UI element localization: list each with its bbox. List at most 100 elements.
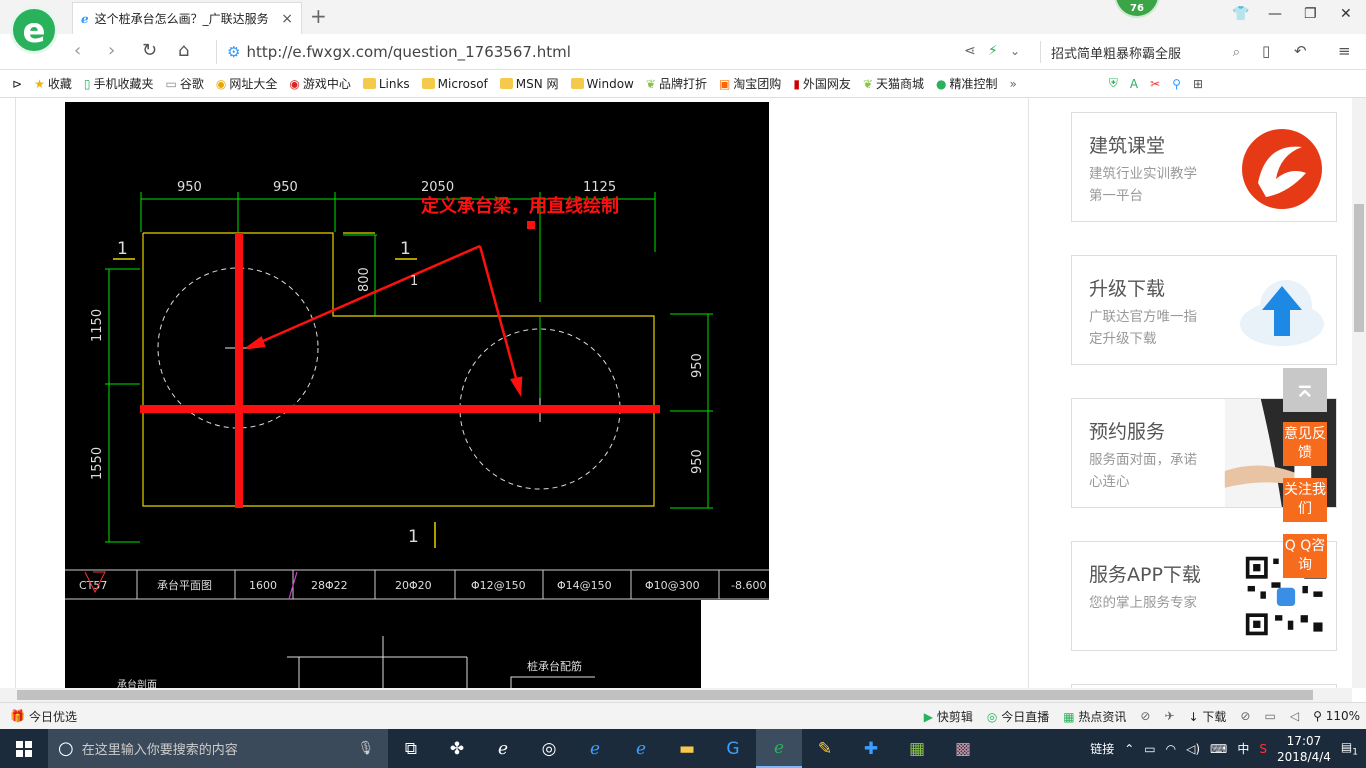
live-icon: ◎ <box>986 709 998 724</box>
notification-icon[interactable]: ▤1 <box>1341 740 1358 757</box>
start-button[interactable] <box>0 729 48 768</box>
mute-icon[interactable]: ◁ <box>1290 709 1299 723</box>
ime-indicator[interactable]: 中 <box>1237 740 1249 757</box>
menu-icon[interactable]: ≡ <box>1338 42 1351 60</box>
lightning-icon[interactable]: ⚡ <box>988 43 998 59</box>
clock[interactable]: 17:07 2018/4/4 <box>1277 733 1331 765</box>
keyboard-icon[interactable]: ⌨ <box>1210 742 1227 756</box>
home-button[interactable]: ⌂ <box>178 40 189 61</box>
bookmark-item[interactable]: ▭ 谷歌 <box>165 75 203 92</box>
magnifier-icon: ⚲ <box>1313 709 1322 723</box>
scissors-icon[interactable]: ✂ <box>1150 77 1160 91</box>
back-button[interactable]: ‹ <box>74 40 81 61</box>
zoom-level[interactable]: ⚲ 110% <box>1313 709 1360 723</box>
microphone-icon[interactable]: 🎙 <box>357 741 374 756</box>
qq-consult-button[interactable]: Q Q咨询 <box>1283 534 1327 578</box>
shield-icon[interactable]: ⛨ <box>1109 76 1118 91</box>
battery-icon[interactable]: ▭ <box>1144 742 1155 756</box>
fan-app-icon[interactable]: ✤ <box>434 729 480 768</box>
bookmark-item[interactable]: Window <box>570 77 634 91</box>
file-explorer-icon[interactable]: ▬ <box>664 729 710 768</box>
title-bar: ℯ 这个桩承台怎么画？_广联达服务 × + 76 👕 — ❐ ✕ <box>0 0 1366 34</box>
restore-button[interactable]: ❐ <box>1304 6 1317 22</box>
tab-title: 这个桩承台怎么画？_广联达服务 <box>94 12 269 26</box>
swirl-app-icon[interactable]: ◎ <box>526 729 572 768</box>
shirt-icon[interactable]: 👕 <box>1232 6 1249 22</box>
phone-icon[interactable]: ▯ <box>1262 42 1270 60</box>
search-icon[interactable]: ⌕ <box>1233 45 1240 60</box>
close-window-button[interactable]: ✕ <box>1340 6 1352 22</box>
browser-tab[interactable]: ℯ 这个桩承台怎么画？_广联达服务 × <box>72 2 302 34</box>
undo-icon[interactable]: ↶ <box>1294 42 1307 60</box>
more-bookmarks-icon[interactable]: » <box>1010 77 1017 91</box>
bookmark-item[interactable]: Microsof <box>421 77 488 91</box>
bookmark-item[interactable]: ▮ 外国网友 <box>793 75 851 92</box>
speed-icon[interactable]: ⊘ <box>1140 709 1150 723</box>
today-picks-link[interactable]: 今日优选 <box>29 708 77 725</box>
bookmark-item[interactable]: ▯ 手机收藏夹 <box>84 75 154 92</box>
browser-logo[interactable]: e <box>10 6 58 54</box>
photo-app-icon[interactable]: ▩ <box>940 729 986 768</box>
back-to-top-button[interactable]: ⌅ <box>1283 368 1327 412</box>
bookmark-item[interactable]: ★ 收藏 <box>34 75 72 92</box>
notification-count: 1 <box>1352 747 1358 758</box>
volume-icon[interactable]: ◁) <box>1186 742 1200 756</box>
share-icon[interactable]: ⋖ <box>964 43 976 59</box>
sync-icon[interactable]: ⊘ <box>1240 709 1250 723</box>
download-icon: ↓ <box>1188 709 1199 724</box>
close-tab-icon[interactable]: × <box>281 11 293 27</box>
feedback-button[interactable]: 意见反馈 <box>1283 422 1327 466</box>
vertical-scroll-thumb[interactable] <box>1354 204 1364 332</box>
chevron-up-icon[interactable]: ⌃ <box>1124 742 1134 756</box>
score-badge[interactable]: 76 <box>1114 0 1160 18</box>
bookmark-item[interactable]: ◉ 网址大全 <box>216 75 278 92</box>
calendar-app-icon[interactable]: ▦ <box>894 729 940 768</box>
minimize-button[interactable]: — <box>1268 6 1282 22</box>
tray-link-label[interactable]: 链接 <box>1090 740 1114 757</box>
edge-icon[interactable]: ℯ <box>572 729 618 768</box>
forward-button[interactable]: › <box>108 40 115 61</box>
status-item[interactable]: ▦ 热点资讯 <box>1063 708 1126 725</box>
task-view-icon[interactable]: ⧉ <box>388 729 434 768</box>
window-icon[interactable]: ▭ <box>1264 709 1275 723</box>
horizontal-scrollbar[interactable] <box>0 688 1352 702</box>
card-upgrade-download[interactable]: 升级下载 广联达官方唯一指定升级下载 <box>1071 255 1337 365</box>
status-item[interactable]: ↓ 下载 <box>1189 708 1227 725</box>
chevron-down-icon[interactable]: ⌄ <box>1010 44 1020 58</box>
status-item[interactable]: ◎ 今日直播 <box>987 708 1049 725</box>
zoom-icon[interactable]: ⚲ <box>1172 77 1181 91</box>
new-tab-button[interactable]: + <box>310 4 327 28</box>
sidebar-toggle-icon[interactable]: ⊳ <box>12 77 22 91</box>
search-box[interactable]: 招式简单粗暴称霸全服 ⌕ <box>1040 41 1240 63</box>
news-icon: ▦ <box>1063 709 1075 724</box>
grid-icon[interactable]: ⊞ <box>1193 77 1203 91</box>
horizontal-scroll-thumb[interactable] <box>17 690 1313 700</box>
url-input[interactable]: ⚙ http://e.fwxgx.com/question_1763567.ht… <box>216 40 956 64</box>
notes-app-icon[interactable]: ✎ <box>802 729 848 768</box>
sogou-icon[interactable]: S <box>1259 742 1267 756</box>
plus-app-icon[interactable]: ✚ <box>848 729 894 768</box>
follow-us-button[interactable]: 关注我们 <box>1283 478 1327 522</box>
refresh-button[interactable]: ↻ <box>142 40 157 61</box>
vertical-scrollbar[interactable] <box>1352 98 1366 688</box>
card-building-class[interactable]: 建筑课堂 建筑行业实训教学第一平台 <box>1071 112 1337 222</box>
annotation-text: 定义承台梁，用直线绘制 <box>421 195 619 217</box>
bookmark-item[interactable]: ❦ 天猫商城 <box>863 75 924 92</box>
browser-360-icon[interactable]: ℯ <box>756 729 802 768</box>
bookmark-item[interactable]: ● 精准控制 <box>936 75 998 92</box>
bookmark-item[interactable]: Links <box>362 77 410 91</box>
bookmark-item[interactable]: ▣ 淘宝团购 <box>719 75 781 92</box>
translate-icon[interactable]: A <box>1130 77 1138 91</box>
bookmark-item[interactable]: ◉ 游戏中心 <box>289 75 351 92</box>
internet-explorer-icon[interactable]: ℯ <box>618 729 664 768</box>
taskbar-search[interactable]: ○ 在这里输入你要搜索的内容 🎙 <box>48 729 388 768</box>
wifi-icon[interactable]: ◠ <box>1166 742 1176 756</box>
status-item[interactable]: ▶ 快剪辑 <box>924 708 973 725</box>
dim-label: 950 <box>273 180 298 195</box>
bookmark-item[interactable]: ❦ 品牌打折 <box>646 75 707 92</box>
section-mark: 1 <box>117 239 128 259</box>
glodon-app-icon[interactable]: G <box>710 729 756 768</box>
ie-app-icon[interactable]: ℯ <box>480 729 526 768</box>
pin-icon[interactable]: ✈ <box>1164 709 1174 723</box>
bookmark-item[interactable]: MSN 网 <box>499 75 559 92</box>
